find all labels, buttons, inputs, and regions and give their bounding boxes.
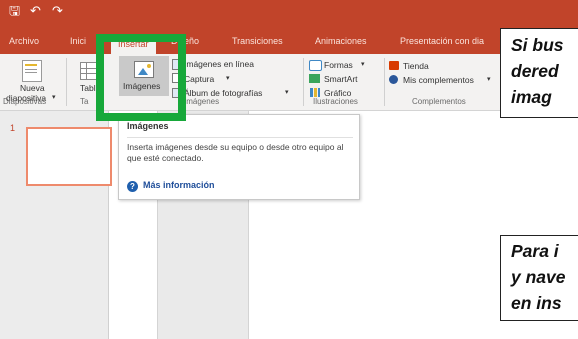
separator bbox=[303, 58, 304, 106]
redo-icon[interactable]: ↷ bbox=[52, 3, 63, 19]
tab-inicio[interactable]: Inici bbox=[70, 36, 86, 46]
separator bbox=[384, 58, 385, 106]
store-icon[interactable] bbox=[389, 61, 399, 70]
tooltip-divider bbox=[127, 137, 353, 138]
group-label-complementos: Complementos bbox=[412, 97, 466, 106]
tab-presentacion[interactable]: Presentación con dia bbox=[400, 36, 484, 46]
tooltip-description: Inserta imágenes desde su equipo o desde… bbox=[127, 142, 344, 163]
callout-bottom: Para i y nave en ins bbox=[500, 235, 578, 321]
callout-bottom-line-2: y nave bbox=[511, 267, 566, 287]
shapes-label[interactable]: Formas bbox=[324, 60, 353, 70]
tooltip-more-info[interactable]: ? Más información bbox=[127, 180, 215, 192]
new-slide-caret-icon[interactable]: ▾ bbox=[52, 93, 56, 101]
new-slide-label-1[interactable]: Nueva bbox=[20, 83, 45, 93]
slide-number: 1 bbox=[10, 123, 16, 133]
my-addins-label[interactable]: Mis complementos bbox=[403, 75, 474, 85]
new-slide-icon[interactable] bbox=[22, 60, 42, 82]
group-label-imagenes: Imágenes bbox=[184, 97, 220, 106]
my-addins-icon[interactable] bbox=[389, 75, 398, 84]
shapes-icon[interactable] bbox=[309, 60, 322, 71]
separator bbox=[66, 58, 67, 106]
images-tooltip: Imágenes Inserta imágenes desde su equip… bbox=[118, 114, 360, 200]
callout-bottom-line-1: Para i bbox=[511, 241, 559, 261]
undo-icon[interactable]: ↶ bbox=[30, 3, 41, 19]
store-label[interactable]: Tienda bbox=[403, 61, 429, 71]
callout-top: Si bus dered imag bbox=[500, 28, 578, 118]
group-label-ilustraciones: Ilustraciones bbox=[313, 97, 358, 106]
tab-archivo[interactable]: Archivo bbox=[9, 36, 39, 46]
screenshot-label[interactable]: Captura bbox=[184, 74, 214, 84]
highlight-box bbox=[96, 34, 186, 121]
online-images-label[interactable]: Imágenes en línea bbox=[184, 59, 254, 69]
group-label-tablas: Ta bbox=[80, 97, 89, 106]
tooltip-title: Imágenes bbox=[127, 121, 169, 131]
callout-bottom-line-3: en ins bbox=[511, 293, 562, 313]
ribbon-tabs: Archivo Inici Insertar Diseño Transicion… bbox=[0, 22, 578, 54]
callout-top-line-3: imag bbox=[511, 87, 552, 107]
callout-top-line-2: dered bbox=[511, 61, 559, 81]
album-caret-icon[interactable]: ▾ bbox=[285, 88, 289, 96]
help-icon: ? bbox=[127, 181, 138, 192]
group-label-diapositivas: Diapositivas bbox=[3, 97, 47, 106]
callout-top-line-1: Si bus bbox=[511, 35, 564, 55]
tab-animaciones[interactable]: Animaciones bbox=[315, 36, 367, 46]
tooltip-more-label[interactable]: Más información bbox=[143, 180, 215, 190]
save-icon[interactable]: 🖫 bbox=[9, 3, 20, 19]
screenshot-caret-icon[interactable]: ▾ bbox=[226, 74, 230, 82]
tab-transiciones[interactable]: Transiciones bbox=[232, 36, 283, 46]
shapes-caret-icon[interactable]: ▾ bbox=[361, 60, 365, 68]
slide-thumbnail[interactable] bbox=[26, 127, 112, 186]
chart-icon[interactable] bbox=[310, 88, 320, 97]
my-addins-caret-icon[interactable]: ▾ bbox=[487, 75, 491, 83]
smartart-icon[interactable] bbox=[309, 74, 320, 83]
smartart-label[interactable]: SmartArt bbox=[324, 74, 358, 84]
title-bar: 🖫 ↶ ↷ bbox=[0, 0, 578, 22]
